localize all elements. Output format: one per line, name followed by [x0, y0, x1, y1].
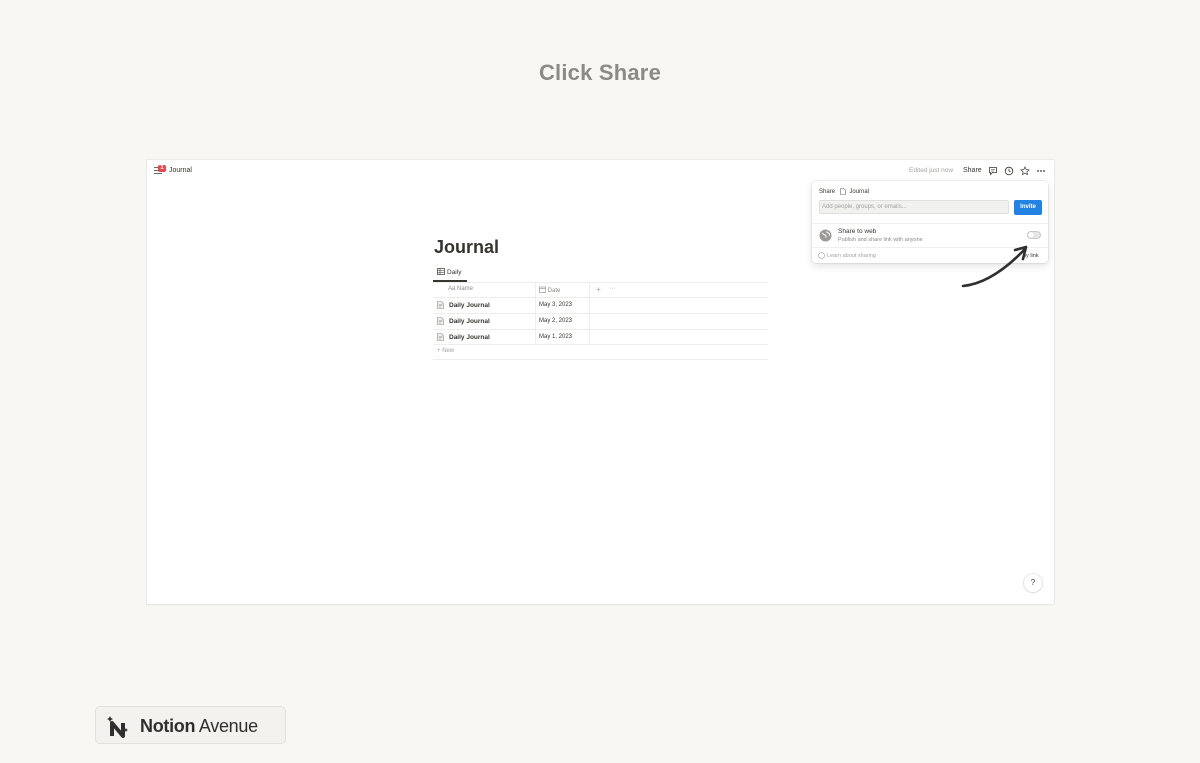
table-row[interactable]: Daily Journal May 1, 2023 [433, 330, 768, 345]
share-button[interactable]: Share [963, 167, 982, 174]
table-icon [437, 268, 445, 275]
edited-status: Edited just now [909, 167, 954, 174]
column-header-date[interactable]: Date [539, 286, 560, 294]
share-popover-title: Share Journal [819, 188, 869, 195]
text-property-icon: Aa [448, 286, 456, 292]
notion-window: 1 Journal Edited just now Share Share Jo… [147, 160, 1054, 604]
page-icon [437, 301, 444, 309]
table-border [433, 282, 768, 283]
page-icon [437, 333, 444, 341]
share-to-web-toggle[interactable] [1027, 231, 1041, 239]
column-header-date-label: Date [547, 288, 561, 294]
row-name[interactable]: Daily Journal [449, 302, 490, 309]
brand-name-light: Avenue [195, 716, 258, 736]
globe-icon [819, 229, 832, 242]
row-date: May 2, 2023 [539, 318, 573, 324]
notification-badge[interactable]: 1 [158, 165, 166, 172]
comment-icon[interactable] [988, 166, 998, 176]
column-header-name-label: Name [457, 286, 474, 292]
share-popover-label: Share [819, 189, 836, 196]
tutorial-heading: Click Share [538, 60, 662, 85]
breadcrumb[interactable]: Journal [169, 167, 192, 174]
help-button[interactable]: ? [1024, 574, 1042, 592]
share-to-web-title: Share to web [838, 228, 877, 235]
table-row[interactable]: Daily Journal May 2, 2023 [433, 314, 768, 329]
tab-daily[interactable]: Daily [437, 268, 461, 276]
learn-sharing-link[interactable]: Learn about sharing [827, 253, 876, 259]
brand-badge: Notion Avenue [96, 707, 285, 743]
row-name[interactable]: Daily Journal [449, 318, 490, 325]
help-circle-icon [818, 252, 825, 259]
page-icon [437, 317, 444, 325]
column-header-name[interactable]: Aa Name [448, 286, 473, 292]
divider [812, 223, 1048, 224]
new-row-button[interactable]: + New [437, 348, 454, 354]
row-name[interactable]: Daily Journal [449, 334, 490, 341]
clock-icon[interactable] [1004, 166, 1014, 176]
notion-avenue-logo-icon [107, 716, 128, 738]
page-title: Journal [434, 237, 500, 257]
brand-name-strong: Notion [140, 716, 196, 736]
toggle-knob [1028, 232, 1034, 238]
table-row[interactable]: Daily Journal May 3, 2023 [433, 298, 768, 313]
tab-daily-label: Daily [447, 269, 462, 276]
add-property-button[interactable]: + [596, 285, 601, 294]
top-bar: 1 Journal Edited just now Share [147, 160, 1054, 182]
share-invite-input[interactable]: Add people, groups, or emails... [819, 200, 1009, 214]
table-border [433, 359, 768, 360]
row-date: May 3, 2023 [539, 302, 573, 308]
share-popover-page: Journal [849, 189, 870, 196]
invite-button[interactable]: Invite [1014, 200, 1042, 215]
page-icon [839, 188, 846, 195]
more-icon[interactable] [1036, 166, 1046, 176]
pointer-arrow-icon [961, 245, 1028, 288]
more-options-icon[interactable]: ··· [609, 285, 616, 292]
share-to-web-subtitle: Publish and share link with anyone [838, 237, 923, 243]
star-icon[interactable] [1020, 166, 1030, 176]
row-date: May 1, 2023 [539, 334, 573, 340]
new-row-label: New [442, 348, 455, 354]
brand-name: Notion Avenue [140, 716, 258, 737]
calendar-icon [539, 286, 546, 293]
plus-icon: + [437, 348, 441, 354]
